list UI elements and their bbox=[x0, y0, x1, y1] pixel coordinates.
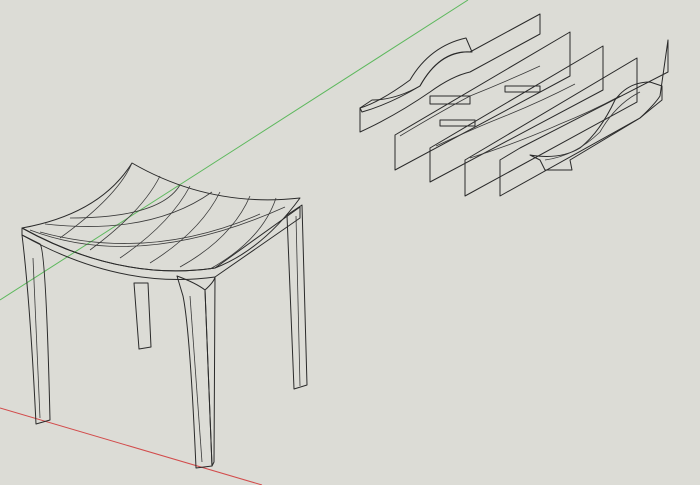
green-axis-line bbox=[0, 0, 469, 301]
scene-canvas[interactable] bbox=[0, 0, 700, 485]
slat-5[interactable] bbox=[499, 39, 669, 197]
stool-leg-front-right[interactable] bbox=[176, 275, 213, 469]
red-axis-line bbox=[0, 407, 263, 485]
stool-leg-back-left[interactable] bbox=[133, 282, 152, 350]
stool-leg-front-right-side bbox=[204, 276, 216, 467]
slats-model[interactable] bbox=[359, 13, 669, 197]
slat-1[interactable] bbox=[359, 13, 541, 133]
modeling-viewport[interactable] bbox=[0, 0, 700, 485]
seat-contour-lines bbox=[29, 162, 286, 270]
slat-3[interactable] bbox=[429, 45, 604, 183]
slat-5-curve bbox=[529, 81, 663, 171]
stool-model[interactable] bbox=[21, 162, 308, 469]
slat-crosspiece bbox=[429, 85, 541, 127]
stool-leg-back-right[interactable] bbox=[286, 204, 308, 390]
